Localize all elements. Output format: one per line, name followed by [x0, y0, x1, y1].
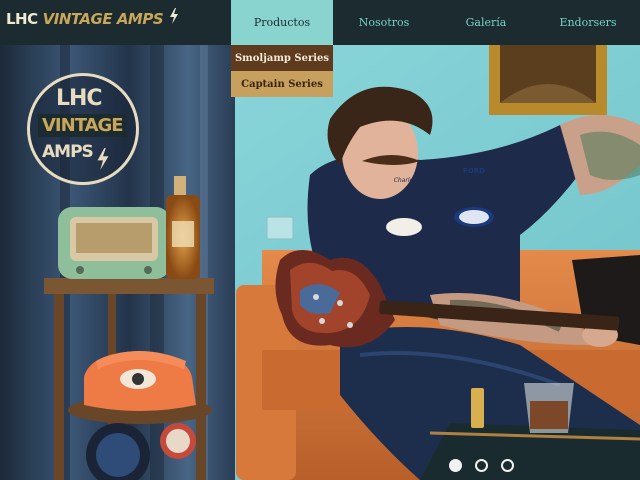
shirt-ford-patch: FORD: [463, 167, 485, 175]
brand-name-lhc: LHC: [6, 10, 38, 28]
hero-brand-emblem: LHC VINTAGE AMPS: [27, 73, 139, 185]
slider-dot-3[interactable]: [501, 459, 514, 472]
lightning-bolt-icon: [170, 8, 179, 24]
top-navigation-bar: LHC VINTAGE AMPS Productos Nosotros Gale…: [0, 0, 640, 45]
slider-dot-1[interactable]: [449, 459, 462, 472]
hero-slider: LHC VINTAGE AMPS Charles FORD: [0, 45, 640, 480]
emblem-line-lhc: LHC: [56, 86, 103, 111]
main-nav: Productos Nosotros Galería Endorsers: [231, 0, 639, 45]
nav-item-productos[interactable]: Productos: [231, 0, 333, 45]
dropdown-item-captain-series[interactable]: Captain Series: [231, 71, 333, 97]
nav-item-endorsers[interactable]: Endorsers: [537, 0, 639, 45]
shirt-name-patch: Charles: [393, 177, 417, 184]
productos-dropdown: Smoljamp Series Captain Series: [231, 45, 333, 97]
emblem-line-amps: AMPS: [42, 142, 94, 162]
brand-logo[interactable]: LHC VINTAGE AMPS: [6, 8, 179, 30]
brand-name-vintage-amps: VINTAGE AMPS: [42, 10, 164, 28]
slider-dot-2[interactable]: [475, 459, 488, 472]
nav-item-galeria[interactable]: Galería: [435, 0, 537, 45]
emblem-lightning-bolt-icon: [97, 148, 109, 170]
dropdown-item-smoljamp-series[interactable]: Smoljamp Series: [231, 45, 333, 71]
slider-pagination: [449, 459, 514, 472]
nav-item-nosotros[interactable]: Nosotros: [333, 0, 435, 45]
emblem-line-vintage: VINTAGE: [38, 114, 127, 137]
